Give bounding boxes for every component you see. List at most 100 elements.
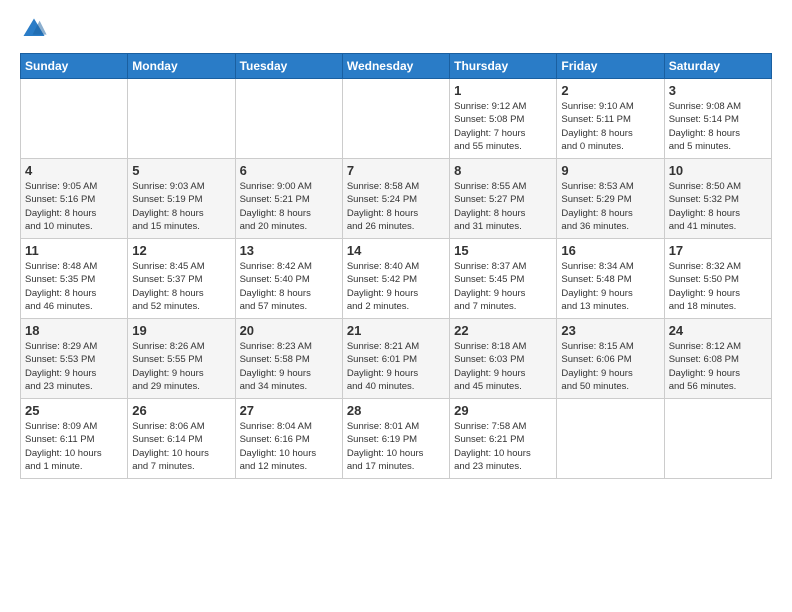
calendar-cell: 23 Sunrise: 8:15 AMSunset: 6:06 PMDayligh… [557, 319, 664, 399]
calendar-cell: 22 Sunrise: 8:18 AMSunset: 6:03 PMDayligh… [450, 319, 557, 399]
day-info: Sunrise: 8:06 AMSunset: 6:14 PMDaylight:… [132, 420, 230, 473]
week-row-0: 1 Sunrise: 9:12 AMSunset: 5:08 PMDaylight… [21, 79, 772, 159]
day-info: Sunrise: 8:55 AMSunset: 5:27 PMDaylight:… [454, 180, 552, 233]
calendar-cell: 6Sunrise: 9:00 AMSunset: 5:21 PMDaylight… [235, 159, 342, 239]
day-info: Sunrise: 9:08 AMSunset: 5:14 PMDaylight:… [669, 100, 767, 153]
day-info: Sunrise: 8:18 AMSunset: 6:03 PMDaylight:… [454, 340, 552, 393]
day-info: Sunrise: 7:58 AMSunset: 6:21 PMDaylight:… [454, 420, 552, 473]
calendar-cell: 19Sunrise: 8:26 AMSunset: 5:55 PMDayligh… [128, 319, 235, 399]
day-info: Sunrise: 8:15 AMSunset: 6:06 PMDaylight:… [561, 340, 659, 393]
day-info: Sunrise: 9:12 AMSunset: 5:08 PMDaylight:… [454, 100, 552, 153]
calendar-cell: 21 Sunrise: 8:21 AMSunset: 6:01 PMDayligh… [342, 319, 449, 399]
calendar-cell: 20 Sunrise: 8:23 AMSunset: 5:58 PMDayligh… [235, 319, 342, 399]
day-info: Sunrise: 9:03 AMSunset: 5:19 PMDaylight:… [132, 180, 230, 233]
calendar-cell: 27 Sunrise: 8:04 AMSunset: 6:16 PMDayligh… [235, 399, 342, 479]
day-number: 5 [132, 163, 230, 178]
day-number: 6 [240, 163, 338, 178]
calendar-cell: 9 Sunrise: 8:53 AMSunset: 5:29 PMDaylight… [557, 159, 664, 239]
week-row-1: 4Sunrise: 9:05 AMSunset: 5:16 PMDaylight… [21, 159, 772, 239]
day-info: Sunrise: 8:37 AMSunset: 5:45 PMDaylight:… [454, 260, 552, 313]
day-info: Sunrise: 8:58 AMSunset: 5:24 PMDaylight:… [347, 180, 445, 233]
header-cell-tuesday: Tuesday [235, 54, 342, 79]
day-number: 22 [454, 323, 552, 338]
day-number: 15 [454, 243, 552, 258]
day-info: Sunrise: 8:29 AMSunset: 5:53 PMDaylight:… [25, 340, 123, 393]
day-number: 10 [669, 163, 767, 178]
day-number: 27 [240, 403, 338, 418]
day-number: 21 [347, 323, 445, 338]
logo-icon [20, 15, 48, 43]
day-number: 12 [132, 243, 230, 258]
day-info: Sunrise: 8:42 AMSunset: 5:40 PMDaylight:… [240, 260, 338, 313]
day-number: 26 [132, 403, 230, 418]
day-number: 3 [669, 83, 767, 98]
day-number: 9 [561, 163, 659, 178]
calendar-cell: 29 Sunrise: 7:58 AMSunset: 6:21 PMDayligh… [450, 399, 557, 479]
calendar-cell: 3 Sunrise: 9:08 AMSunset: 5:14 PMDaylight… [664, 79, 771, 159]
header-cell-saturday: Saturday [664, 54, 771, 79]
day-number: 25 [25, 403, 123, 418]
calendar-cell: 8 Sunrise: 8:55 AMSunset: 5:27 PMDaylight… [450, 159, 557, 239]
day-info: Sunrise: 8:40 AMSunset: 5:42 PMDaylight:… [347, 260, 445, 313]
calendar-cell: 16Sunrise: 8:34 AMSunset: 5:48 PMDayligh… [557, 239, 664, 319]
calendar-cell [128, 79, 235, 159]
day-info: Sunrise: 8:09 AMSunset: 6:11 PMDaylight:… [25, 420, 123, 473]
day-number: 29 [454, 403, 552, 418]
day-number: 2 [561, 83, 659, 98]
day-info: Sunrise: 8:04 AMSunset: 6:16 PMDaylight:… [240, 420, 338, 473]
day-number: 23 [561, 323, 659, 338]
calendar-cell: 2 Sunrise: 9:10 AMSunset: 5:11 PMDaylight… [557, 79, 664, 159]
calendar-cell: 5 Sunrise: 9:03 AMSunset: 5:19 PMDaylight… [128, 159, 235, 239]
calendar-cell: 10 Sunrise: 8:50 AMSunset: 5:32 PMDayligh… [664, 159, 771, 239]
day-info: Sunrise: 8:12 AMSunset: 6:08 PMDaylight:… [669, 340, 767, 393]
day-info: Sunrise: 8:23 AMSunset: 5:58 PMDaylight:… [240, 340, 338, 393]
calendar-cell: 14Sunrise: 8:40 AMSunset: 5:42 PMDayligh… [342, 239, 449, 319]
day-number: 24 [669, 323, 767, 338]
header-cell-sunday: Sunday [21, 54, 128, 79]
calendar-body: 1 Sunrise: 9:12 AMSunset: 5:08 PMDaylight… [21, 79, 772, 479]
calendar-page: SundayMondayTuesdayWednesdayThursdayFrid… [0, 0, 792, 489]
day-number: 4 [25, 163, 123, 178]
day-info: Sunrise: 9:10 AMSunset: 5:11 PMDaylight:… [561, 100, 659, 153]
calendar-cell: 17 Sunrise: 8:32 AMSunset: 5:50 PMDayligh… [664, 239, 771, 319]
calendar-cell [664, 399, 771, 479]
day-number: 11 [25, 243, 123, 258]
calendar-cell: 13Sunrise: 8:42 AMSunset: 5:40 PMDayligh… [235, 239, 342, 319]
day-number: 8 [454, 163, 552, 178]
day-number: 20 [240, 323, 338, 338]
header-cell-wednesday: Wednesday [342, 54, 449, 79]
calendar-cell: 15 Sunrise: 8:37 AMSunset: 5:45 PMDayligh… [450, 239, 557, 319]
header [20, 15, 772, 43]
day-number: 18 [25, 323, 123, 338]
week-row-4: 25 Sunrise: 8:09 AMSunset: 6:11 PMDayligh… [21, 399, 772, 479]
calendar-header: SundayMondayTuesdayWednesdayThursdayFrid… [21, 54, 772, 79]
header-row: SundayMondayTuesdayWednesdayThursdayFrid… [21, 54, 772, 79]
day-info: Sunrise: 8:01 AMSunset: 6:19 PMDaylight:… [347, 420, 445, 473]
calendar-cell: 7 Sunrise: 8:58 AMSunset: 5:24 PMDaylight… [342, 159, 449, 239]
day-number: 17 [669, 243, 767, 258]
header-cell-thursday: Thursday [450, 54, 557, 79]
calendar-cell: 12Sunrise: 8:45 AMSunset: 5:37 PMDayligh… [128, 239, 235, 319]
calendar-cell [235, 79, 342, 159]
calendar-cell: 25 Sunrise: 8:09 AMSunset: 6:11 PMDayligh… [21, 399, 128, 479]
day-info: Sunrise: 8:34 AMSunset: 5:48 PMDaylight:… [561, 260, 659, 313]
day-info: Sunrise: 8:50 AMSunset: 5:32 PMDaylight:… [669, 180, 767, 233]
calendar-cell [342, 79, 449, 159]
calendar-cell: 4Sunrise: 9:05 AMSunset: 5:16 PMDaylight… [21, 159, 128, 239]
header-cell-monday: Monday [128, 54, 235, 79]
day-info: Sunrise: 8:32 AMSunset: 5:50 PMDaylight:… [669, 260, 767, 313]
day-info: Sunrise: 8:21 AMSunset: 6:01 PMDaylight:… [347, 340, 445, 393]
calendar-cell: 18 Sunrise: 8:29 AMSunset: 5:53 PMDayligh… [21, 319, 128, 399]
day-number: 1 [454, 83, 552, 98]
day-number: 7 [347, 163, 445, 178]
week-row-3: 18 Sunrise: 8:29 AMSunset: 5:53 PMDayligh… [21, 319, 772, 399]
logo [20, 15, 53, 43]
calendar-cell: 26 Sunrise: 8:06 AMSunset: 6:14 PMDayligh… [128, 399, 235, 479]
calendar-cell: 11Sunrise: 8:48 AMSunset: 5:35 PMDayligh… [21, 239, 128, 319]
calendar-cell: 1 Sunrise: 9:12 AMSunset: 5:08 PMDaylight… [450, 79, 557, 159]
header-cell-friday: Friday [557, 54, 664, 79]
week-row-2: 11Sunrise: 8:48 AMSunset: 5:35 PMDayligh… [21, 239, 772, 319]
calendar-cell: 28Sunrise: 8:01 AMSunset: 6:19 PMDayligh… [342, 399, 449, 479]
calendar-cell [21, 79, 128, 159]
day-info: Sunrise: 8:53 AMSunset: 5:29 PMDaylight:… [561, 180, 659, 233]
